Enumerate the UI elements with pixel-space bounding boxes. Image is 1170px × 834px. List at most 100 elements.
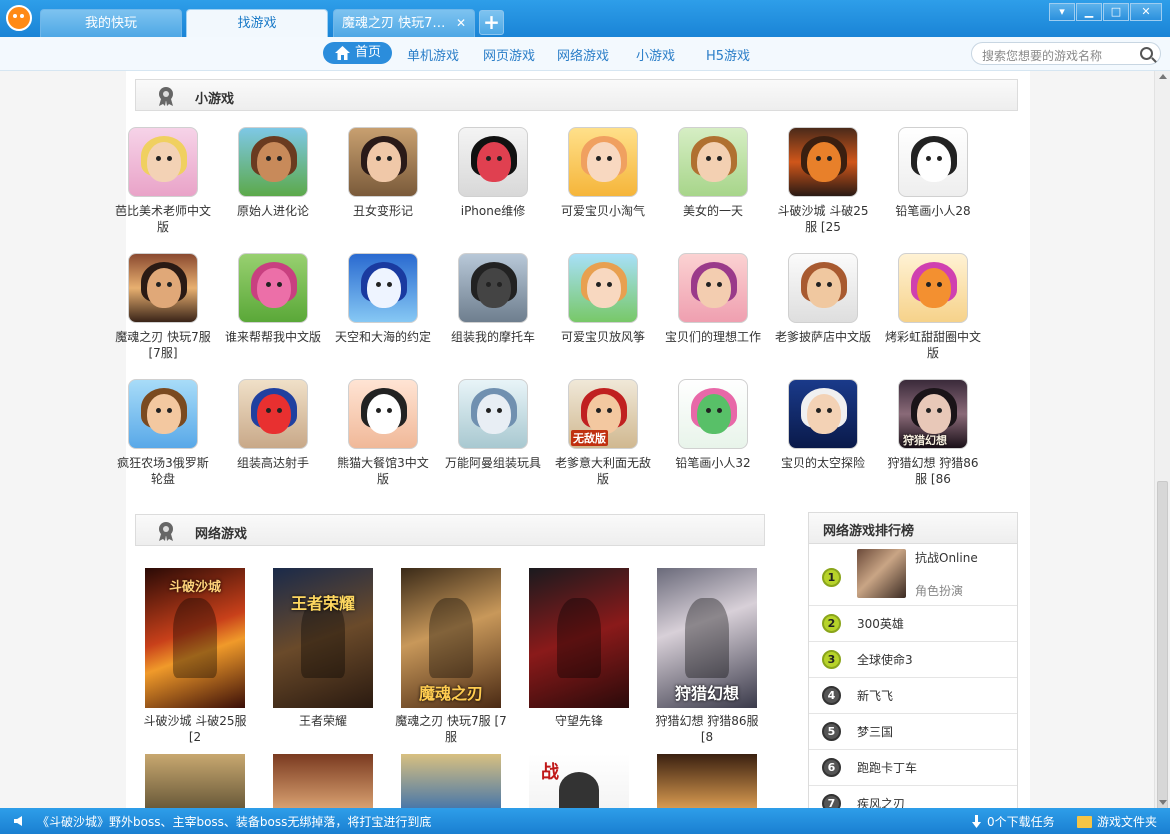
tab-find-games[interactable]: 找游戏 (186, 9, 328, 37)
status-bar: 《斗破沙城》野外boss、主宰boss、装备boss无绑掉落，将打宝进行到底 0… (0, 808, 1170, 834)
minimize-icon[interactable]: ▁ (1076, 3, 1102, 21)
game-icon (568, 253, 638, 323)
net-game-tile[interactable]: 守望先锋 (521, 568, 637, 745)
scroll-down-icon[interactable] (1159, 800, 1167, 805)
game-icon (128, 253, 198, 323)
main-content: 小游戏 芭比美术老师中文版 原始人进化论 丑女变形记 iPhone维修 可爱宝贝小淘气 美… (0, 71, 1170, 822)
ranking-item[interactable]: 3 全球使命3 (809, 642, 1017, 678)
small-game-tile[interactable]: 无敌版 老爹意大利面无敌版 (555, 379, 651, 487)
search-placeholder: 搜索您想要的游戏名称 (982, 49, 1103, 63)
status-message[interactable]: 《斗破沙城》野外boss、主宰boss、装备boss无绑掉落，将打宝进行到底 (37, 813, 431, 830)
tab-game-page[interactable]: 魔魂之刃 快玩7… ✕ (333, 9, 475, 37)
small-game-tile[interactable]: 宝贝们的理想工作 (665, 253, 761, 361)
icon-eye (827, 282, 832, 287)
game-name: 王者荣耀 (298, 714, 347, 728)
icon-eye (156, 156, 161, 161)
small-game-tile[interactable]: iPhone维修 (445, 127, 541, 235)
scrollbar[interactable] (1154, 71, 1170, 811)
ranking-item[interactable]: 1 抗战Online 角色扮演 (809, 544, 1017, 606)
small-game-tile[interactable]: 组装我的摩托车 (445, 253, 541, 361)
small-game-tile[interactable]: 铅笔画小人32 (665, 379, 761, 487)
scroll-up-icon[interactable] (1159, 74, 1167, 79)
small-game-tile[interactable]: 魔魂之刃 快玩7服 [7服] (115, 253, 211, 361)
small-game-tile[interactable]: 狩猎幻想 狩猎幻想 狩猎86服 [86 (885, 379, 981, 487)
rank-game-genre: 角色扮演 (915, 584, 964, 598)
game-folder-link[interactable]: 游戏文件夹 (1097, 813, 1157, 830)
small-game-tile[interactable]: 天空和大海的约定 (335, 253, 431, 361)
net-game-poster-partial[interactable]: 战 (529, 754, 629, 808)
net-game-tile[interactable]: 斗破沙城 斗破沙城 斗破25服 [2 (137, 568, 253, 745)
tab-my-games[interactable]: 我的快玩 (40, 9, 182, 37)
small-game-tile[interactable]: 烤彩虹甜甜圈中文版 (885, 253, 981, 361)
icon-face (257, 394, 291, 434)
small-game-tile[interactable]: 老爹披萨店中文版 (775, 253, 871, 361)
small-game-tile[interactable]: 斗破沙城 斗破25服 [25 (775, 127, 871, 235)
nav-link-single[interactable]: 单机游戏 (407, 45, 459, 64)
section-title: 网络游戏 (195, 527, 248, 542)
rank-game-name: 300英雄 (857, 617, 904, 631)
icon-eye (266, 408, 271, 413)
download-tasks[interactable]: 0个下载任务 (987, 813, 1055, 830)
close-window-icon[interactable]: ✕ (1130, 3, 1162, 21)
nav-link-mini[interactable]: 小游戏 (636, 45, 675, 64)
nav-link-h5[interactable]: H5游戏 (706, 45, 750, 64)
small-game-tile[interactable]: 可爱宝贝放风筝 (555, 253, 651, 361)
close-tab-icon[interactable]: ✕ (456, 10, 466, 37)
dropdown-menu-icon[interactable]: ▾ (1049, 3, 1075, 21)
ranking-item[interactable]: 4 新飞飞 (809, 678, 1017, 714)
small-game-tile[interactable]: 铅笔画小人28 (885, 127, 981, 235)
nav-link-online[interactable]: 网络游戏 (557, 45, 609, 64)
small-game-tile[interactable]: 谁来帮帮我中文版 (225, 253, 321, 361)
rank-number: 4 (822, 686, 841, 705)
poster-title-art: 狩猎幻想 (674, 684, 739, 703)
app-window: 我的快玩 找游戏 魔魂之刃 快玩7… ✕ + ▾ ▁ □ ✕ 首页 单机游戏 网页… (0, 0, 1170, 834)
icon-eye (156, 408, 161, 413)
icon-eye (937, 282, 942, 287)
rank-number: 2 (822, 614, 841, 633)
net-game-poster-partial[interactable] (657, 754, 757, 808)
small-game-tile[interactable]: 可爱宝贝小淘气 (555, 127, 651, 235)
net-game-tile[interactable]: 魔魂之刃 魔魂之刃 快玩7服 [7服 (393, 568, 509, 745)
small-game-tile[interactable]: 宝贝的太空探险 (775, 379, 871, 487)
icon-art-label: 狩猎幻想 (903, 434, 947, 447)
small-game-tile[interactable]: 丑女变形记 (335, 127, 431, 235)
small-game-tile[interactable]: 熊猫大餐馆3中文版 (335, 379, 431, 487)
small-game-tile[interactable]: 原始人进化论 (225, 127, 321, 235)
net-game-tile[interactable]: 王者荣耀 王者荣耀 (265, 568, 381, 745)
game-icon (458, 253, 528, 323)
nav-home-button[interactable]: 首页 (323, 42, 392, 64)
ranking-item[interactable]: 6 跑跑卡丁车 (809, 750, 1017, 786)
icon-face (807, 142, 841, 182)
new-tab-button[interactable]: + (479, 10, 504, 35)
game-name: 铅笔画小人28 (895, 204, 971, 218)
small-game-tile[interactable]: 美女的一天 (665, 127, 761, 235)
net-game-poster-partial[interactable] (273, 754, 373, 808)
icon-face (917, 268, 951, 308)
small-game-tile[interactable]: 芭比美术老师中文版 (115, 127, 211, 235)
tab-label: 魔魂之刃 快玩7… (342, 16, 446, 31)
icon-face (147, 142, 181, 182)
small-game-tile[interactable]: 万能阿曼组装玩具 (445, 379, 541, 487)
icon-eye (387, 282, 392, 287)
ranking-item[interactable]: 5 梦三国 (809, 714, 1017, 750)
net-game-poster-partial[interactable] (401, 754, 501, 808)
maximize-icon[interactable]: □ (1103, 3, 1129, 21)
game-icon (788, 127, 858, 197)
search-icon[interactable] (1140, 47, 1153, 60)
game-name: 斗破沙城 斗破25服 [2 (143, 714, 247, 744)
game-thumbnail (857, 549, 906, 598)
game-icon (788, 379, 858, 449)
icon-eye (277, 408, 282, 413)
nav-link-web[interactable]: 网页游戏 (483, 45, 535, 64)
small-game-tile[interactable]: 组装高达射手 (225, 379, 321, 487)
small-game-tile[interactable]: 疯狂农场3俄罗斯轮盘 (115, 379, 211, 487)
net-game-poster-partial[interactable] (145, 754, 245, 808)
game-name: iPhone维修 (460, 204, 526, 218)
icon-eye (387, 156, 392, 161)
net-game-tile[interactable]: 狩猎幻想 狩猎幻想 狩猎86服 [8 (649, 568, 765, 745)
home-icon (335, 46, 350, 60)
ranking-item[interactable]: 2 300英雄 (809, 606, 1017, 642)
scroll-thumb[interactable] (1157, 481, 1168, 811)
game-icon (568, 127, 638, 197)
search-input[interactable]: 搜索您想要的游戏名称 (971, 42, 1161, 65)
